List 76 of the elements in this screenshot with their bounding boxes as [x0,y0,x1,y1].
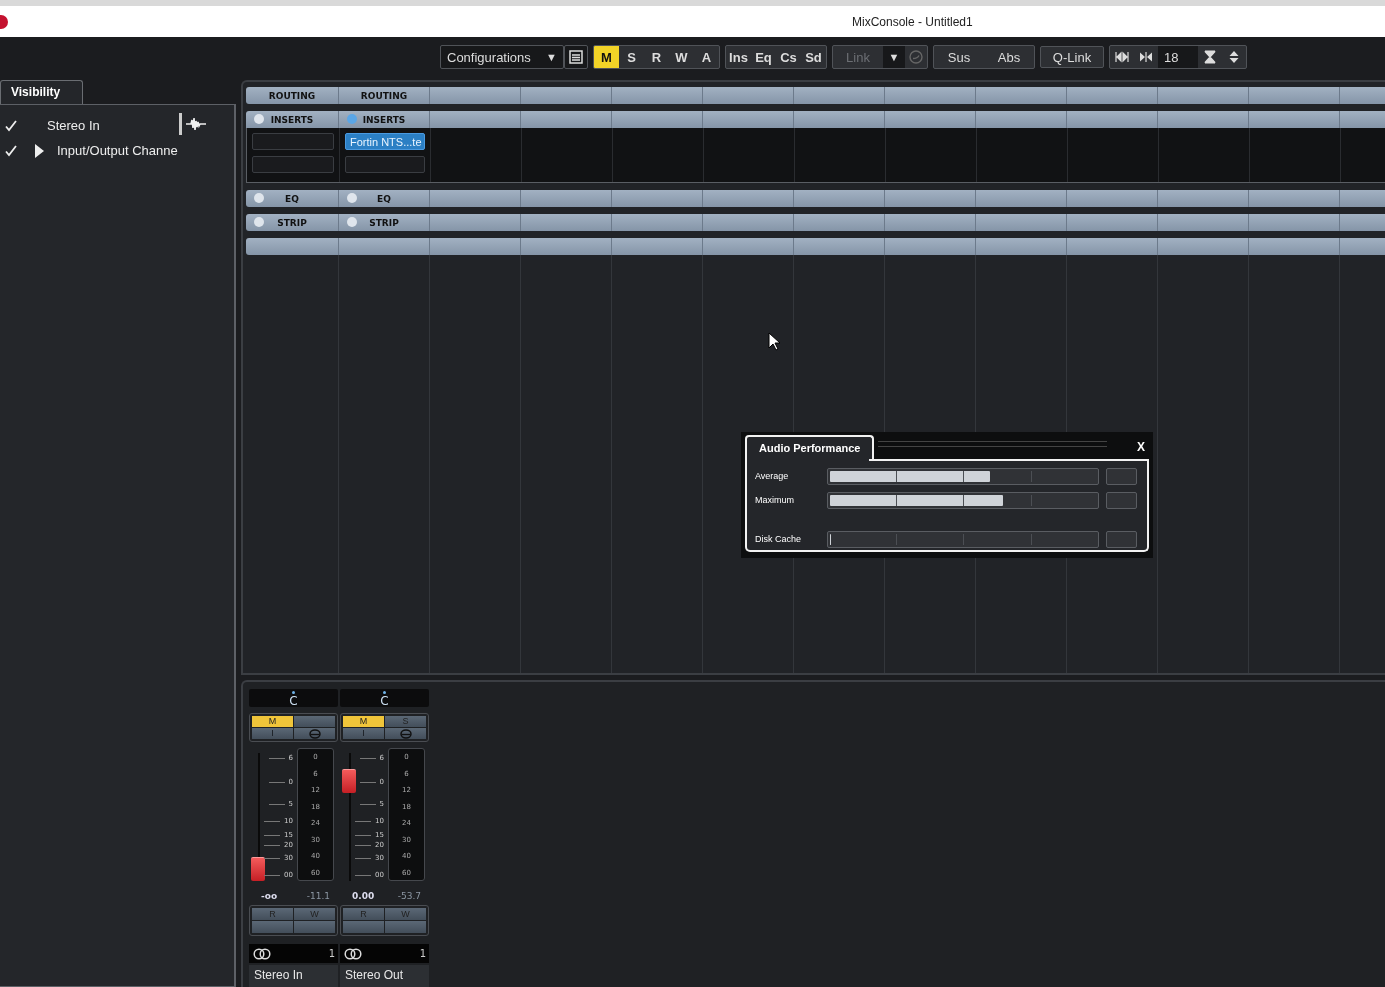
channel-number: 1 [328,948,335,959]
edit-icon [399,728,412,739]
routing-header[interactable]: ROUTING [360,90,408,101]
eq-bypass-indicator[interactable] [254,193,264,203]
visibility-checkbox[interactable] [5,143,19,158]
channel-number: 1 [419,948,426,959]
mouse-cursor-icon [768,332,780,351]
insert-slot[interactable] [345,156,425,173]
peak-indicator [1106,467,1137,485]
routing-header[interactable]: ROUTING [268,90,316,101]
mute-button[interactable]: M [343,716,384,727]
visibility-tab[interactable]: Visibility [0,80,83,104]
inserts-bypass-indicator[interactable] [347,114,357,124]
audio-performance-tab[interactable]: Audio Performance [745,435,875,459]
mode-button[interactable]: Sus [934,46,984,68]
configurations-dropdown[interactable]: Configurations ▼ [440,45,564,69]
meter-label: Maximum [755,495,795,505]
strip-bypass-indicator[interactable] [254,217,264,227]
eq-header[interactable]: EQ [377,193,391,204]
solo-button[interactable] [294,716,335,727]
view-toggle-button[interactable]: W [669,46,694,68]
q-link-button[interactable]: Q-Link [1040,46,1104,68]
strip-bypass-indicator[interactable] [347,217,357,227]
view-toggle-button[interactable]: A [694,46,719,68]
view-toggle-button[interactable]: M [594,46,619,68]
mute-button[interactable]: M [252,716,293,727]
rack-toggle-button[interactable]: Ins [726,46,751,68]
channel-name[interactable]: Stereo Out [340,965,429,987]
insert-slot[interactable] [252,133,334,150]
peak-value[interactable]: -53.7 [397,891,421,903]
peak-indicator [1106,491,1137,509]
eq-header[interactable]: EQ [285,193,299,204]
list-icon[interactable] [564,45,588,69]
peak-indicator [1106,530,1137,548]
automation-button[interactable] [385,921,426,933]
inserts-header[interactable]: INSERTS [362,114,406,125]
stereo-icon [253,947,271,960]
insert-slot[interactable]: Fortin NTS...te [345,133,425,150]
edit-button[interactable] [294,728,335,739]
fader-handle[interactable] [342,768,356,793]
strip-header[interactable]: STRIP [369,217,399,228]
edit-icon [308,728,321,739]
expand-triangle-icon[interactable] [35,143,44,158]
automation-button[interactable] [252,921,293,933]
volume-value[interactable]: 0.00 [352,891,375,903]
stereo-icon [344,947,362,960]
app-logo-icon [0,14,8,29]
waveform-icon [186,117,206,131]
pan-display[interactable]: C [340,689,429,707]
rack-toggle-button[interactable]: Sd [801,46,826,68]
edit-button[interactable] [385,728,426,739]
view-toggle-button[interactable]: S [619,46,644,68]
rack-toggle-button[interactable]: Cs [776,46,801,68]
mode-button[interactable]: Abs [984,46,1034,68]
selection-bar [179,113,182,135]
view-toggle-button[interactable]: R [644,46,669,68]
close-button[interactable]: X [1137,440,1145,454]
meter-label: Average [755,471,790,481]
inserts-bypass-indicator[interactable] [254,114,264,124]
visibility-checkbox[interactable] [5,118,19,133]
channel-name[interactable]: Stereo In [249,965,338,987]
visibility-item[interactable]: Stereo In [47,118,100,133]
rack-toggle-button[interactable]: Eq [751,46,776,68]
inserts-header[interactable]: INSERTS [270,114,314,125]
strip-header[interactable]: STRIP [277,217,307,228]
automation-button[interactable] [294,921,335,933]
insert-slot[interactable] [252,156,334,173]
volume-value[interactable]: -oo [261,891,278,903]
automation-button[interactable] [343,921,384,933]
fader-handle[interactable] [251,857,265,881]
visibility-item[interactable]: Input/Output Channe [57,143,178,158]
window-title: MixConsole - Untitled1 [852,14,973,29]
pan-display[interactable]: C [249,689,338,707]
eq-bypass-indicator[interactable] [347,193,357,203]
meter-label: Disk Cache [755,534,802,544]
peak-value[interactable]: -11.1 [306,891,330,903]
